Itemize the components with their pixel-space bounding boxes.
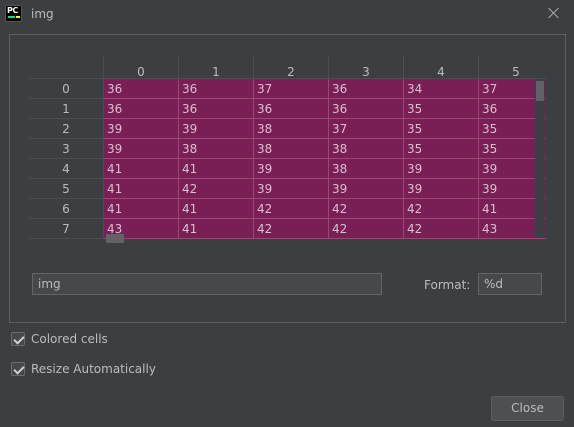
expression-input[interactable] (32, 273, 382, 295)
row-header[interactable]: 1 (29, 99, 104, 119)
window-title: img (31, 7, 54, 21)
table-cell[interactable]: 37 (329, 119, 404, 139)
table-cell[interactable]: 39 (404, 159, 479, 179)
table-cell[interactable]: 36 (179, 79, 254, 99)
colored-cells-checkbox[interactable] (11, 332, 25, 346)
table-cell[interactable]: 42 (329, 199, 404, 219)
close-button[interactable]: Close (491, 396, 564, 421)
row-header[interactable]: 0 (29, 79, 104, 99)
table-cell[interactable]: 39 (404, 179, 479, 199)
table-cell[interactable]: 38 (329, 139, 404, 159)
colored-cells-label: Colored cells (31, 332, 108, 346)
format-input[interactable] (478, 273, 542, 295)
table-cell[interactable]: 39 (104, 139, 179, 159)
table-cell[interactable]: 41 (104, 159, 179, 179)
table-cell[interactable]: 41 (179, 219, 254, 239)
resize-automatically-label: Resize Automatically (31, 362, 156, 376)
table-cell[interactable]: 42 (404, 219, 479, 239)
row-header[interactable]: 6 (29, 199, 104, 219)
dataview-dialog: PC img 0 1 2 3 4 5 0 36 36 37 36 34 37 1 36 36 36 36 35 36 2… (0, 0, 574, 427)
horizontal-scrollbar-thumb[interactable] (106, 234, 124, 243)
column-header[interactable]: 5 (479, 55, 546, 79)
table-cell[interactable]: 36 (254, 99, 329, 119)
table-cell[interactable]: 41 (104, 179, 179, 199)
table-cell[interactable]: 38 (254, 139, 329, 159)
column-header[interactable]: 3 (329, 55, 404, 79)
table-cell[interactable]: 42 (254, 199, 329, 219)
column-header[interactable]: 1 (179, 55, 254, 79)
table-cell[interactable]: 34 (404, 79, 479, 99)
table-cell[interactable]: 39 (179, 119, 254, 139)
close-icon[interactable] (546, 5, 562, 21)
row-header[interactable]: 7 (29, 219, 104, 239)
table-cell[interactable]: 36 (329, 99, 404, 119)
data-table[interactable]: 0 1 2 3 4 5 0 36 36 37 36 34 37 1 36 36 36 36 35 36 2 39 39 38 3… (29, 55, 546, 243)
table-cell[interactable]: 35 (404, 99, 479, 119)
pycharm-icon: PC (5, 5, 22, 22)
table-cell[interactable]: 39 (254, 159, 329, 179)
table-cell[interactable]: 41 (179, 199, 254, 219)
table-cell[interactable]: 35 (404, 139, 479, 159)
column-header[interactable]: 0 (104, 55, 179, 79)
column-header[interactable]: 4 (404, 55, 479, 79)
resize-automatically-checkbox[interactable] (11, 362, 25, 376)
table-cell[interactable]: 36 (104, 99, 179, 119)
table-cell[interactable]: 36 (179, 99, 254, 119)
table-corner (29, 55, 104, 79)
format-label: Format: (424, 278, 471, 292)
table-cell[interactable]: 42 (254, 219, 329, 239)
table-cell[interactable]: 38 (254, 119, 329, 139)
table-cell[interactable]: 36 (104, 79, 179, 99)
vertical-scrollbar-thumb[interactable] (536, 81, 544, 101)
row-header[interactable]: 3 (29, 139, 104, 159)
table-cell[interactable]: 41 (179, 159, 254, 179)
vertical-scrollbar-track[interactable] (535, 79, 545, 238)
colored-cells-option[interactable]: Colored cells (11, 332, 131, 348)
table-cell[interactable]: 39 (104, 119, 179, 139)
table-cell[interactable]: 36 (329, 79, 404, 99)
column-header[interactable]: 2 (254, 55, 329, 79)
row-header[interactable]: 2 (29, 119, 104, 139)
table-cell[interactable]: 38 (179, 139, 254, 159)
table-cell[interactable]: 37 (254, 79, 329, 99)
row-header[interactable]: 5 (29, 179, 104, 199)
table-cell[interactable]: 39 (329, 179, 404, 199)
table-cell[interactable]: 39 (254, 179, 329, 199)
table-cell[interactable]: 35 (404, 119, 479, 139)
table-cell[interactable]: 42 (179, 179, 254, 199)
table-cell[interactable]: 42 (404, 199, 479, 219)
resize-automatically-option[interactable]: Resize Automatically (11, 362, 161, 378)
table-cell[interactable]: 42 (329, 219, 404, 239)
title-bar: PC img (0, 0, 574, 28)
row-header[interactable]: 4 (29, 159, 104, 179)
table-cell[interactable]: 38 (329, 159, 404, 179)
table-cell[interactable]: 41 (104, 199, 179, 219)
